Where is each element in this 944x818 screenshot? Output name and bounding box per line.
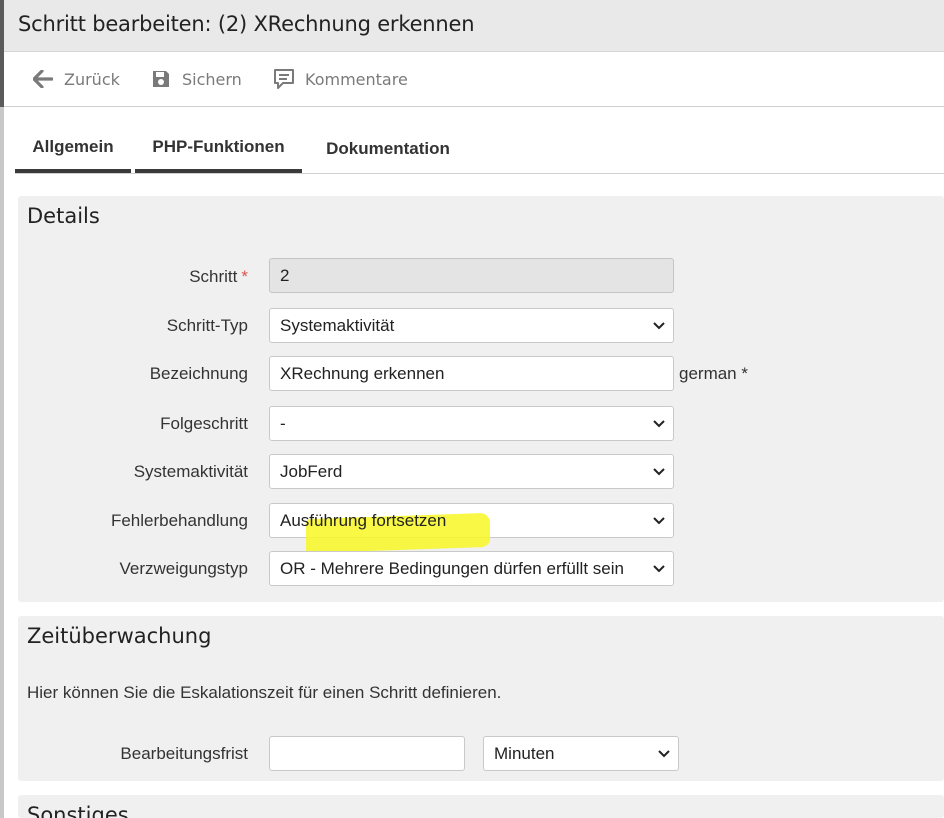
details-heading: Details [27,204,100,228]
sonstiges-panel: Sonstiges [18,795,944,818]
bearbeitungsfrist-input[interactable] [269,736,465,771]
language-suffix: german * [679,364,748,383]
comment-icon [273,68,295,90]
systemaktivitaet-label: Systemaktivität [133,462,248,481]
arrow-left-icon [32,68,54,90]
verzweigungstyp-select[interactable]: OR - Mehrere Bedingungen dürfen erfüllt … [269,551,674,586]
fehlerbehandlung-label: Fehlerbehandlung [110,511,248,530]
toolbar: Zurück Sichern Kommentare [4,52,944,107]
chevron-down-icon [653,565,665,573]
systemaktivitaet-select[interactable]: JobFerd [269,454,674,489]
schritt-typ-select[interactable]: Systemaktivität [269,308,674,343]
bearbeitungsfrist-unit-select[interactable]: Minuten [483,736,679,771]
left-strip [0,107,4,818]
schritt-label: Schritt * [189,267,248,286]
required-marker: * [241,267,248,286]
save-button[interactable]: Sichern [150,66,242,92]
page-title: Schritt bearbeiten: (2) XRechnung erkenn… [18,12,475,36]
sonstiges-heading: Sonstiges [27,803,129,818]
bearbeitungsfrist-label: Bearbeitungsfrist [120,744,248,763]
tab-php-funktionen[interactable]: PHP-Funktionen [135,125,302,173]
save-label: Sichern [182,69,242,89]
schritt-field[interactable]: 2 [269,258,674,293]
bezeichnung-input[interactable]: XRechnung erkennen [269,356,674,391]
bezeichnung-label: Bezeichnung [149,364,248,383]
tab-allgemein[interactable]: Allgemein [15,125,131,173]
chevron-down-icon [658,750,670,758]
comments-button[interactable]: Kommentare [273,66,408,92]
zeitueberwachung-heading: Zeitüberwachung [27,624,212,648]
floppy-disk-icon [150,68,172,90]
folgeschritt-label: Folgeschritt [160,414,248,433]
chevron-down-icon [653,322,665,330]
schritt-typ-label: Schritt-Typ [166,316,248,335]
chevron-down-icon [653,517,665,525]
back-button[interactable]: Zurück [32,66,120,92]
chevron-down-icon [653,468,665,476]
tab-bar: Allgemein PHP-Funktionen Dokumentation [15,125,944,174]
comments-label: Kommentare [305,69,408,89]
tab-dokumentation[interactable]: Dokumentation [311,125,465,173]
back-label: Zurück [64,69,120,89]
folgeschritt-select[interactable]: - [269,406,674,441]
zeitueberwachung-description: Hier können Sie die Eskalationszeit für … [27,683,502,702]
verzweigungstyp-label: Verzweigungstyp [119,559,248,578]
title-bar: Schritt bearbeiten: (2) XRechnung erkenn… [4,0,944,52]
chevron-down-icon [653,420,665,428]
